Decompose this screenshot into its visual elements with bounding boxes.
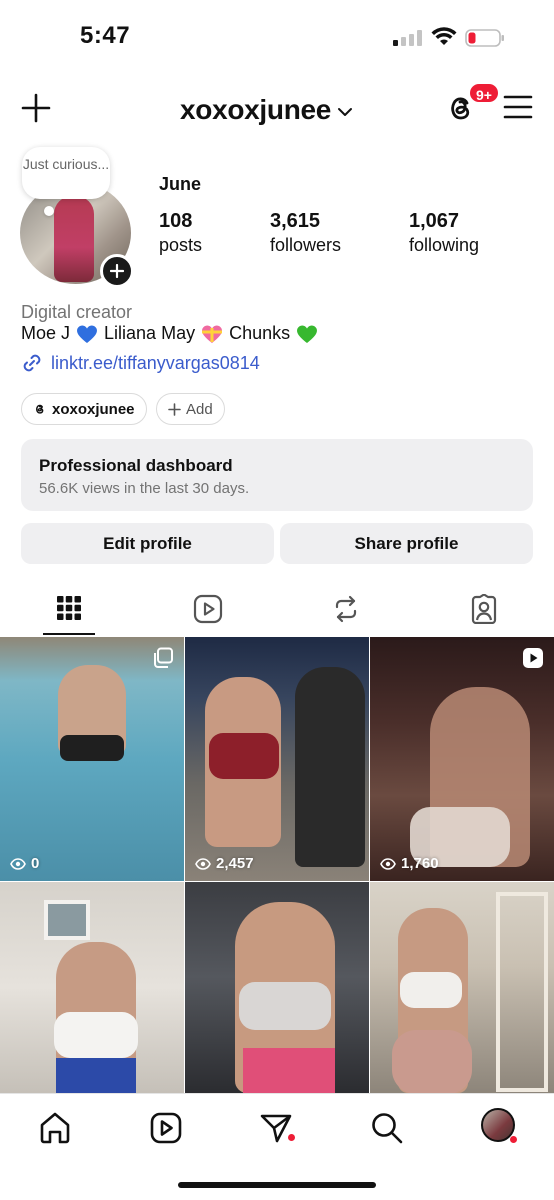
post-tile[interactable]: 1,760 xyxy=(370,637,554,881)
gift-heart-icon xyxy=(202,325,223,343)
threads-profile-chip[interactable]: xoxoxjunee xyxy=(21,393,147,425)
post-views-count: 2,457 xyxy=(216,855,254,872)
notification-badge[interactable]: 9+ xyxy=(468,82,500,104)
stat-following-label: following xyxy=(409,235,480,255)
tab-grid[interactable] xyxy=(23,586,115,636)
professional-dashboard[interactable]: Professional dashboard 56.6K views in th… xyxy=(21,439,533,511)
post-tile[interactable] xyxy=(185,882,369,1093)
direct-messages-icon[interactable] xyxy=(258,1110,294,1146)
stat-posts-label: posts xyxy=(159,235,203,255)
home-indicator xyxy=(178,1182,376,1188)
add-story-button[interactable] xyxy=(100,254,134,288)
post-subject-detail xyxy=(239,982,331,1030)
post-subject-detail xyxy=(56,1058,136,1093)
eye-icon xyxy=(10,857,26,870)
profile-tabs xyxy=(0,586,554,638)
post-views: 0 xyxy=(10,855,39,872)
add-chip-label: Add xyxy=(186,400,213,418)
username-title: xoxoxjunee xyxy=(180,94,332,125)
profile-header: xoxoxjunee 9+ xyxy=(0,80,554,138)
cellular-signal-icon xyxy=(393,30,423,46)
post-background-window xyxy=(44,900,90,940)
dashboard-title: Professional dashboard xyxy=(39,456,233,475)
avatar-photo-subject xyxy=(54,196,94,282)
post-tile[interactable]: 0 xyxy=(0,637,184,881)
home-icon[interactable] xyxy=(37,1110,73,1146)
profile-bio: Moe J Liliana May Chunks xyxy=(21,323,318,344)
reel-icon xyxy=(523,648,543,668)
post-tile[interactable] xyxy=(0,882,184,1093)
stat-following-value: 1,067 xyxy=(409,210,460,232)
carousel-icon xyxy=(154,647,173,668)
chevron-down-icon xyxy=(338,108,353,116)
profile-category: Digital creator xyxy=(21,302,133,322)
post-subject-detail xyxy=(392,1030,472,1093)
account-switcher[interactable]: xoxoxjunee xyxy=(180,94,353,126)
bio-text-2: Liliana May xyxy=(104,323,196,343)
post-subject-detail xyxy=(400,972,462,1008)
dashboard-subtitle: 56.6K views in the last 30 days. xyxy=(39,480,250,497)
menu-icon[interactable] xyxy=(503,94,533,120)
eye-icon xyxy=(380,857,396,870)
bio-text-1: Moe J xyxy=(21,323,71,343)
threads-small-icon xyxy=(36,404,44,414)
profile-link[interactable]: linktr.ee/tiffanyvargas0814 xyxy=(21,352,260,374)
link-icon xyxy=(23,354,41,372)
plus-small-icon xyxy=(110,264,124,278)
stat-following[interactable]: 1,067 following xyxy=(409,210,479,256)
post-subject-detail xyxy=(54,1012,138,1058)
plus-icon[interactable] xyxy=(20,92,52,124)
post-tile[interactable]: 2,457 xyxy=(185,637,369,881)
status-time: 5:47 xyxy=(80,22,131,49)
post-subject-detail xyxy=(243,1048,335,1093)
plus-chip-icon xyxy=(168,402,181,416)
messages-unread-dot xyxy=(288,1134,295,1141)
reels-nav-icon[interactable] xyxy=(148,1110,184,1146)
share-profile-button[interactable]: Share profile xyxy=(280,523,533,564)
post-views-count: 1,760 xyxy=(401,855,439,872)
profile-link-text: linktr.ee/tiffanyvargas0814 xyxy=(51,352,260,373)
green-heart-icon xyxy=(297,325,318,343)
bio-text-3: Chunks xyxy=(229,323,291,343)
wifi-icon xyxy=(431,27,457,45)
grid-icon xyxy=(57,596,81,620)
tagged-person-icon xyxy=(471,594,497,624)
display-name: June xyxy=(159,174,202,194)
post-views-count: 0 xyxy=(31,855,40,872)
post-views: 1,760 xyxy=(380,855,439,872)
post-background-figure xyxy=(295,667,365,867)
repost-icon xyxy=(335,595,357,623)
stat-followers-label: followers xyxy=(270,235,342,255)
post-tile[interactable] xyxy=(370,882,554,1093)
note-bubble-tail xyxy=(44,206,54,216)
reels-icon xyxy=(193,594,223,624)
blue-heart-icon xyxy=(77,325,97,343)
search-icon[interactable] xyxy=(369,1110,405,1146)
tab-reels[interactable] xyxy=(161,586,253,636)
post-background-mirror xyxy=(496,892,548,1092)
stat-followers[interactable]: 3,615 followers xyxy=(270,210,341,256)
stat-posts-value: 108 xyxy=(159,210,193,232)
post-views: 2,457 xyxy=(195,855,254,872)
battery-icon xyxy=(465,29,504,47)
post-grid: 0 2,457 1,760 xyxy=(0,637,554,1093)
profile-activity-dot xyxy=(510,1136,517,1143)
edit-profile-button[interactable]: Edit profile xyxy=(21,523,274,564)
post-subject-detail xyxy=(60,735,124,761)
active-tab-indicator xyxy=(43,633,95,635)
add-link-chip[interactable]: Add xyxy=(156,393,225,425)
tab-tagged[interactable] xyxy=(437,586,529,636)
status-bar: 5:47 xyxy=(0,0,554,72)
threads-chip-label: xoxoxjunee xyxy=(52,400,135,418)
tab-reposts[interactable] xyxy=(299,586,391,636)
post-subject-detail xyxy=(209,733,279,779)
note-bubble[interactable]: Just curious... xyxy=(22,147,110,199)
eye-icon xyxy=(195,857,211,870)
stat-followers-value: 3,615 xyxy=(270,210,321,232)
stat-posts[interactable]: 108 posts xyxy=(159,210,202,256)
